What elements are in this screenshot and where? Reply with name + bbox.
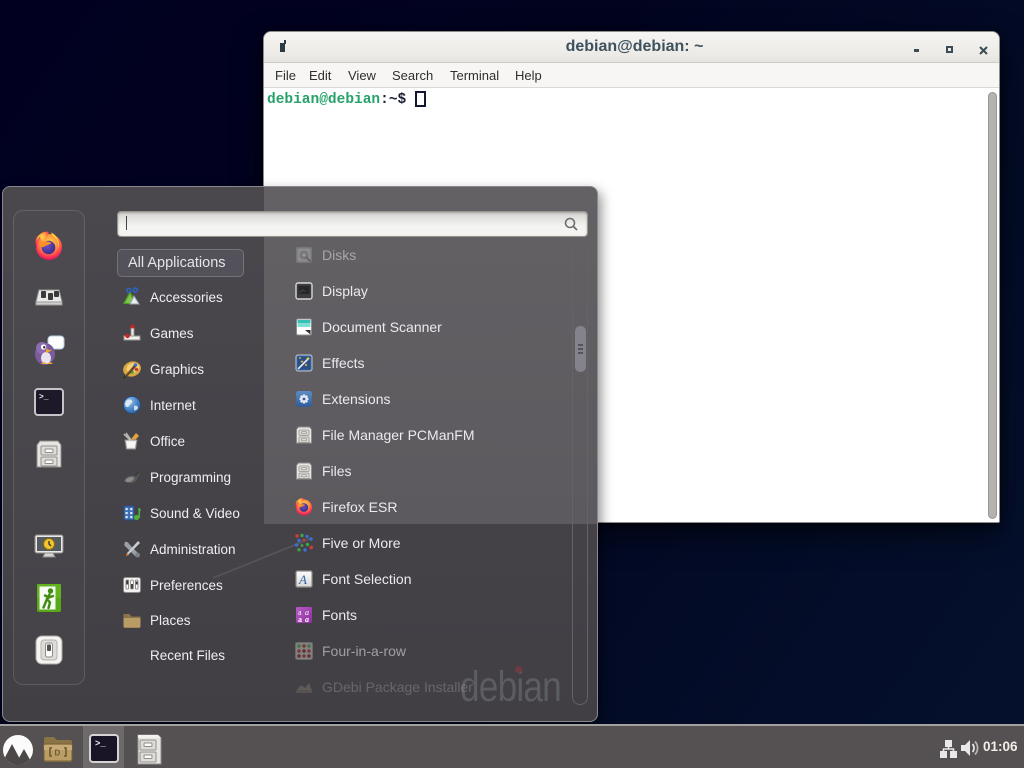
svg-text:a: a [305,615,309,624]
svg-text:>_: >_ [39,393,49,402]
svg-text:a: a [298,615,302,624]
svg-text:A: A [298,572,307,587]
svg-text:D: D [55,749,61,758]
